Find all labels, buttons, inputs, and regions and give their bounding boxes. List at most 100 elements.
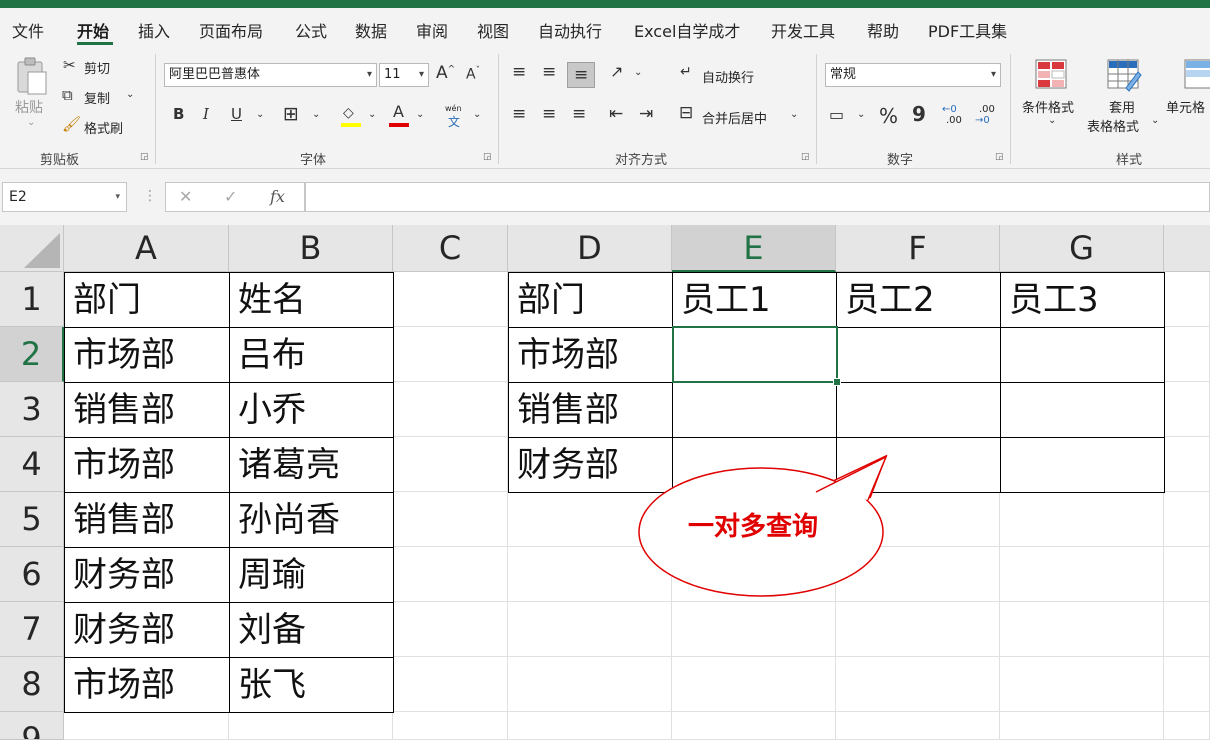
column-header-h[interactable] [1164, 225, 1210, 272]
table1-cell[interactable]: 张飞 [229, 657, 394, 713]
table2-header-employee1[interactable]: 员工1 [672, 272, 837, 328]
fill-handle[interactable] [833, 378, 841, 386]
alignment-launcher-icon[interactable]: ◲ [801, 152, 810, 162]
table1-cell[interactable]: 财务部 [64, 547, 230, 603]
column-header-g[interactable]: G [1000, 225, 1164, 272]
table1-cell[interactable]: 市场部 [64, 327, 230, 383]
cell-f8[interactable] [836, 657, 1000, 712]
borders-dropdown-icon[interactable]: ⌄ [312, 110, 320, 120]
tab-developer[interactable]: 开发工具 [771, 18, 835, 42]
row-header-5[interactable]: 5 [0, 492, 64, 547]
cancel-icon[interactable]: ✕ [179, 187, 192, 206]
cell-f2[interactable] [836, 327, 1001, 383]
phonetic-button[interactable]: wén 文 [443, 104, 469, 130]
format-as-table-button[interactable]: 表格格式 [1087, 116, 1139, 135]
cell-b9[interactable] [229, 712, 393, 740]
borders-icon[interactable]: ⊞ [283, 105, 299, 124]
cell-e7[interactable] [672, 602, 836, 657]
number-format-select[interactable]: 常规 ▾ [825, 63, 1001, 87]
enter-icon[interactable]: ✓ [224, 187, 237, 206]
table1-cell[interactable]: 周瑜 [229, 547, 394, 603]
accounting-dropdown-icon[interactable]: ⌄ [857, 110, 865, 120]
percent-button[interactable]: % [879, 106, 898, 126]
table1-cell[interactable]: 市场部 [64, 657, 230, 713]
table1-cell[interactable]: 销售部 [64, 382, 230, 438]
cell-g6[interactable] [1000, 547, 1164, 602]
font-name-select[interactable]: 阿里巴巴普惠体 ▾ [164, 63, 377, 87]
cell-f7[interactable] [836, 602, 1000, 657]
column-header-d[interactable]: D [508, 225, 672, 272]
cell-h7[interactable] [1164, 602, 1210, 657]
copy-button[interactable]: 复制 [84, 88, 110, 107]
column-header-e[interactable]: E [672, 225, 836, 272]
table1-cell[interactable]: 小乔 [229, 382, 394, 438]
cell-a9[interactable] [64, 712, 229, 740]
fill-color-button[interactable]: ◇ [341, 106, 361, 128]
tab-automate[interactable]: 自动执行 [538, 18, 602, 42]
select-all-corner[interactable] [0, 225, 64, 272]
cell-h8[interactable] [1164, 657, 1210, 712]
orientation-dropdown-icon[interactable]: ⌄ [634, 68, 642, 78]
table1-cell[interactable]: 吕布 [229, 327, 394, 383]
increase-decimal-button[interactable]: ←0 .00 [942, 104, 968, 130]
align-center-icon[interactable]: ≡ [542, 106, 556, 123]
cell-f3[interactable] [836, 382, 1001, 438]
cell-e9[interactable] [672, 712, 836, 740]
format-painter-button[interactable]: 格式刷 [84, 118, 123, 137]
cell-d8[interactable] [508, 657, 672, 712]
underline-dropdown-icon[interactable]: ⌄ [256, 110, 264, 120]
cell-c1[interactable] [393, 272, 508, 327]
cell-g2[interactable] [1000, 327, 1165, 383]
cut-button[interactable]: 剪切 [84, 58, 110, 77]
table1-cell[interactable]: 财务部 [64, 602, 230, 658]
font-color-dropdown-icon[interactable]: ⌄ [416, 110, 424, 120]
conditional-formatting-button[interactable]: 条件格式 [1022, 97, 1074, 116]
cell-g7[interactable] [1000, 602, 1164, 657]
bold-button[interactable]: B [173, 107, 184, 122]
cell-c2[interactable] [393, 327, 508, 382]
format-as-table-dropdown-icon[interactable]: ⌄ [1151, 116, 1159, 126]
decrease-font-size-button[interactable]: Aˇ [466, 67, 480, 82]
number-launcher-icon[interactable]: ◲ [995, 152, 1004, 162]
cell-h4[interactable] [1164, 437, 1210, 492]
tab-excel-self-study[interactable]: Excel自学成才 [634, 18, 740, 42]
cell-c6[interactable] [393, 547, 508, 602]
tab-insert[interactable]: 插入 [138, 18, 170, 42]
table2-header-dept[interactable]: 部门 [508, 272, 673, 328]
align-bottom-button[interactable]: ≡ [567, 62, 595, 88]
tab-pdf-tools[interactable]: PDF工具集 [928, 18, 1007, 42]
cell-g3[interactable] [1000, 382, 1165, 438]
merge-dropdown-icon[interactable]: ⌄ [790, 110, 798, 120]
decrease-decimal-button[interactable]: .00 →0 [975, 104, 1001, 130]
merge-center-button[interactable]: 合并后居中 [702, 108, 767, 127]
table2-header-employee3[interactable]: 员工3 [1000, 272, 1165, 328]
tab-view[interactable]: 视图 [477, 18, 509, 42]
table2-header-employee2[interactable]: 员工2 [836, 272, 1001, 328]
cell-e8[interactable] [672, 657, 836, 712]
tab-help[interactable]: 帮助 [867, 18, 899, 42]
font-launcher-icon[interactable]: ◲ [483, 152, 492, 162]
orientation-icon[interactable]: ↗ [610, 64, 623, 80]
row-header-3[interactable]: 3 [0, 382, 64, 437]
tab-data[interactable]: 数据 [355, 18, 387, 42]
more-options-icon[interactable]: ⋮ [143, 188, 157, 204]
table1-cell[interactable]: 孙尚香 [229, 492, 394, 548]
tab-page-layout[interactable]: 页面布局 [199, 18, 263, 42]
increase-font-size-button[interactable]: A^ [436, 65, 455, 82]
fill-color-dropdown-icon[interactable]: ⌄ [368, 110, 376, 120]
cell-c5[interactable] [393, 492, 508, 547]
align-middle-icon[interactable]: ≡ [542, 64, 556, 81]
tab-file[interactable]: 文件 [12, 18, 44, 42]
cell-g5[interactable] [1000, 492, 1164, 547]
increase-indent-icon[interactable]: ⇥ [639, 106, 653, 123]
cell-e3[interactable] [672, 382, 837, 438]
accounting-format-icon[interactable]: ▭ [829, 107, 844, 123]
cell-g8[interactable] [1000, 657, 1164, 712]
paste-dropdown-icon[interactable]: ⌄ [27, 118, 35, 128]
clipboard-launcher-icon[interactable]: ◲ [140, 152, 149, 162]
phonetic-dropdown-icon[interactable]: ⌄ [473, 110, 481, 120]
table2-dept-cell[interactable]: 销售部 [508, 382, 673, 438]
insert-function-icon[interactable]: fx [270, 187, 285, 206]
align-left-icon[interactable]: ≡ [512, 106, 526, 123]
table1-header-dept[interactable]: 部门 [64, 272, 230, 328]
